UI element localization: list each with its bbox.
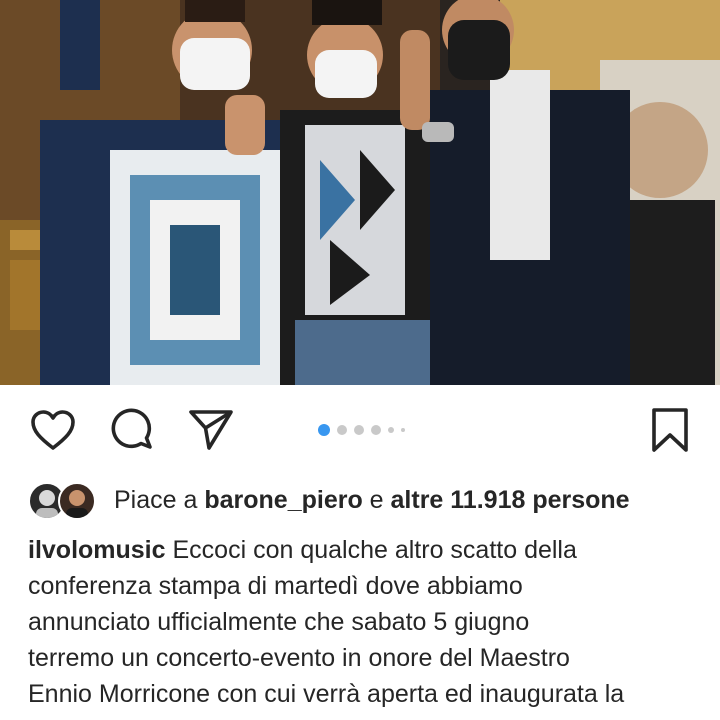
- send-icon: [188, 408, 234, 457]
- comment-button[interactable]: [108, 407, 158, 457]
- heart-icon: [30, 409, 76, 456]
- caption-username[interactable]: ilvolomusic: [28, 536, 166, 564]
- carousel-indicator: [318, 424, 405, 436]
- carousel-dot: [354, 425, 364, 435]
- post-photo-illustration: [0, 0, 720, 385]
- likes-conjunction: e: [369, 485, 384, 514]
- carousel-dot: [388, 427, 394, 433]
- caption-text: Eccoci con qualche altro scatto della: [172, 536, 577, 564]
- likes-others[interactable]: altre 11.918 persone: [391, 486, 630, 515]
- likes-summary[interactable]: Piace a barone_piero e altre 11.918 pers…: [28, 480, 630, 520]
- caption-line: ilvolomusic Eccoci con qualche altro sca…: [28, 532, 708, 568]
- post-caption: ilvolomusic Eccoci con qualche altro sca…: [28, 532, 708, 712]
- share-button[interactable]: [186, 407, 236, 457]
- caption-line: Ennio Morricone con cui verrà aperta ed …: [28, 680, 625, 708]
- likes-prefix: Piace a: [114, 485, 198, 514]
- like-button[interactable]: [28, 407, 78, 457]
- carousel-dot: [337, 425, 347, 435]
- liker-avatars[interactable]: [28, 482, 96, 520]
- liker-username[interactable]: barone_piero: [204, 486, 362, 515]
- avatar: [58, 482, 96, 520]
- post-photo[interactable]: [0, 0, 720, 385]
- caption-line: annunciato ufficialmente che sabato 5 gi…: [28, 608, 530, 636]
- bookmark-icon: [650, 407, 690, 458]
- carousel-dot: [371, 425, 381, 435]
- carousel-dot: [401, 428, 405, 432]
- caption-line: terremo un concerto-evento in onore del …: [28, 644, 570, 672]
- save-button[interactable]: [645, 407, 695, 457]
- carousel-dot-active: [318, 424, 330, 436]
- caption-line: conferenza stampa di martedì dove abbiam…: [28, 572, 523, 600]
- comment-icon: [110, 407, 156, 458]
